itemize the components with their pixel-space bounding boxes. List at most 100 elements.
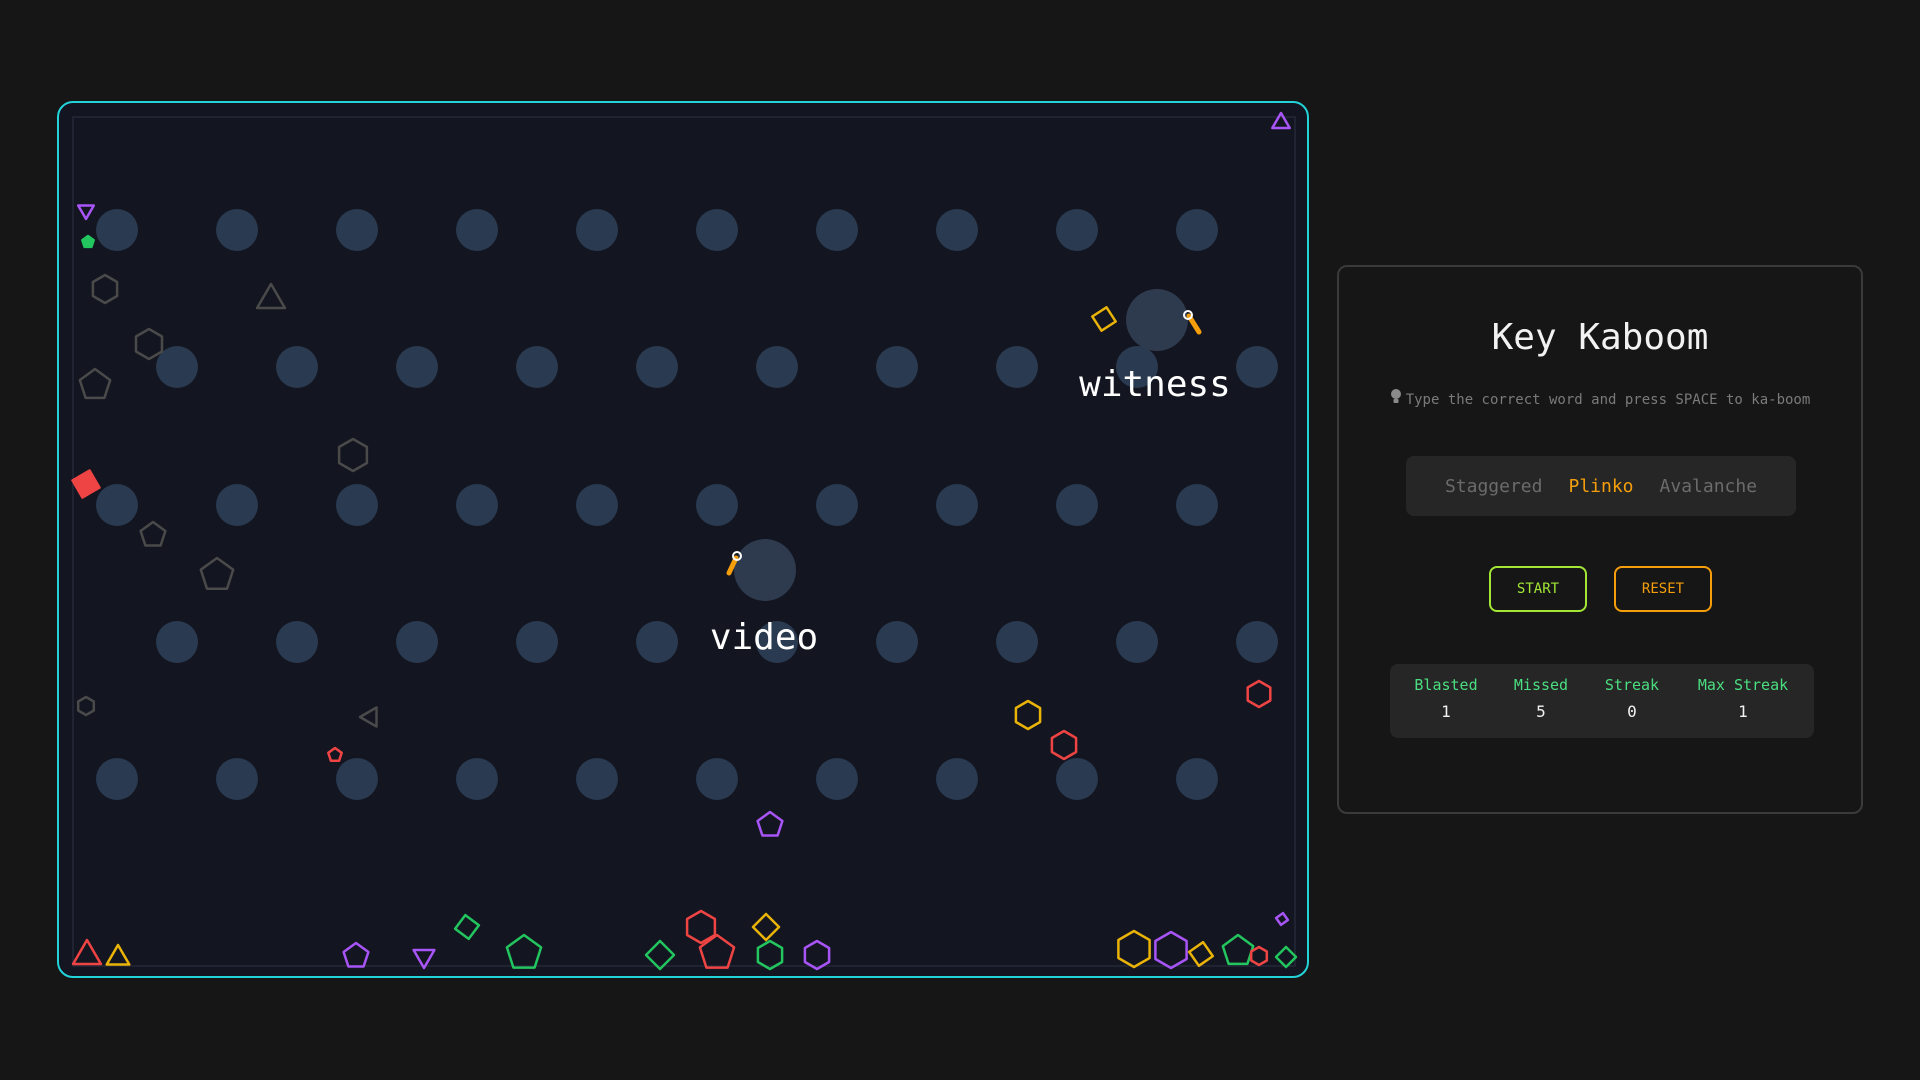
triangle-shape [358, 706, 378, 728]
triangle-shape [71, 938, 103, 966]
peg [636, 346, 678, 388]
hint-text-row: Type the correct word and press SPACE to… [1339, 388, 1861, 408]
triangle-shape [76, 204, 96, 221]
peg [396, 346, 438, 388]
bomb-icon [1126, 289, 1188, 351]
peg [876, 346, 918, 388]
square-shape [71, 469, 101, 499]
hexagon-shape [1246, 679, 1272, 709]
peg [516, 621, 558, 663]
pentagon-shape [327, 746, 343, 762]
pentagon-shape [81, 234, 95, 249]
pentagon-shape [342, 941, 370, 968]
stat-value: 1 [1738, 702, 1748, 721]
bomb-icon [734, 539, 796, 601]
peg [216, 209, 258, 251]
peg [576, 484, 618, 526]
arena-inner-boundary [72, 116, 1296, 967]
peg [696, 484, 738, 526]
triangle-shape [1271, 111, 1291, 130]
reset-button[interactable]: RESET [1614, 566, 1712, 612]
peg [516, 346, 558, 388]
square-shape [751, 912, 781, 942]
stat-blasted: Blasted 1 [1414, 676, 1477, 721]
peg [1056, 209, 1098, 251]
peg [1236, 621, 1278, 663]
stat-missed: Missed 5 [1514, 676, 1568, 721]
start-button[interactable]: START [1489, 566, 1587, 612]
hexagon-shape [1117, 929, 1151, 969]
stat-label: Max Streak [1697, 676, 1789, 694]
stat-label: Streak [1604, 676, 1660, 694]
peg [816, 484, 858, 526]
square-shape [1187, 940, 1215, 968]
peg [96, 209, 138, 251]
peg [156, 621, 198, 663]
peg [576, 209, 618, 251]
peg [1176, 209, 1218, 251]
peg [1176, 758, 1218, 800]
peg [996, 346, 1038, 388]
square-shape [1274, 911, 1290, 927]
hexagon-shape [1249, 945, 1269, 967]
game-arena: witness video [57, 101, 1309, 978]
peg [936, 209, 978, 251]
peg [96, 758, 138, 800]
hexagon-shape [76, 695, 96, 717]
peg [276, 621, 318, 663]
stat-streak: Streak 0 [1605, 676, 1659, 721]
square-shape [644, 939, 676, 971]
hexagon-shape [337, 437, 369, 473]
peg [1236, 346, 1278, 388]
peg [456, 209, 498, 251]
peg [1116, 621, 1158, 663]
peg [96, 484, 138, 526]
peg [936, 758, 978, 800]
stats-bar: Blasted 1 Missed 5 Streak 0 Max Streak 1 [1390, 664, 1814, 738]
falling-word-video: video [709, 617, 819, 658]
mode-avalanche[interactable]: Avalanche [1660, 476, 1758, 497]
peg [1176, 484, 1218, 526]
mode-staggered[interactable]: Staggered [1445, 476, 1543, 497]
pentagon-shape [78, 367, 112, 400]
hexagon-shape [1050, 729, 1078, 761]
peg [876, 621, 918, 663]
peg [816, 209, 858, 251]
stat-value: 0 [1627, 702, 1637, 721]
pentagon-shape [756, 810, 784, 837]
stat-label: Blasted [1414, 676, 1478, 694]
stat-value: 1 [1441, 702, 1451, 721]
pentagon-shape [199, 556, 235, 591]
peg [336, 484, 378, 526]
peg [456, 484, 498, 526]
peg [696, 758, 738, 800]
hexagon-shape [91, 273, 119, 305]
mode-plinko[interactable]: Plinko [1568, 476, 1633, 497]
peg [336, 209, 378, 251]
peg [276, 346, 318, 388]
stat-max-streak: Max Streak 1 [1698, 676, 1788, 721]
peg [216, 484, 258, 526]
stat-label: Missed [1513, 676, 1569, 694]
hexagon-shape [1154, 930, 1188, 970]
pentagon-shape [505, 933, 543, 969]
hexagon-shape [803, 939, 831, 971]
hexagon-shape [134, 327, 164, 361]
peg [336, 758, 378, 800]
peg [1056, 484, 1098, 526]
peg [816, 758, 858, 800]
peg [396, 621, 438, 663]
mode-selector: Staggered Plinko Avalanche [1406, 456, 1796, 516]
peg [696, 209, 738, 251]
lightbulb-icon [1390, 388, 1402, 408]
plinko-board [71, 111, 1298, 971]
triangle-shape [105, 943, 131, 966]
peg [636, 621, 678, 663]
game-title: Key Kaboom [1491, 317, 1709, 358]
pentagon-shape [1221, 933, 1255, 966]
hexagon-shape [756, 939, 784, 971]
hexagon-shape [1014, 699, 1042, 731]
peg [996, 621, 1038, 663]
pentagon-shape [139, 520, 167, 547]
hint-text: Type the correct word and press SPACE to… [1405, 392, 1811, 408]
